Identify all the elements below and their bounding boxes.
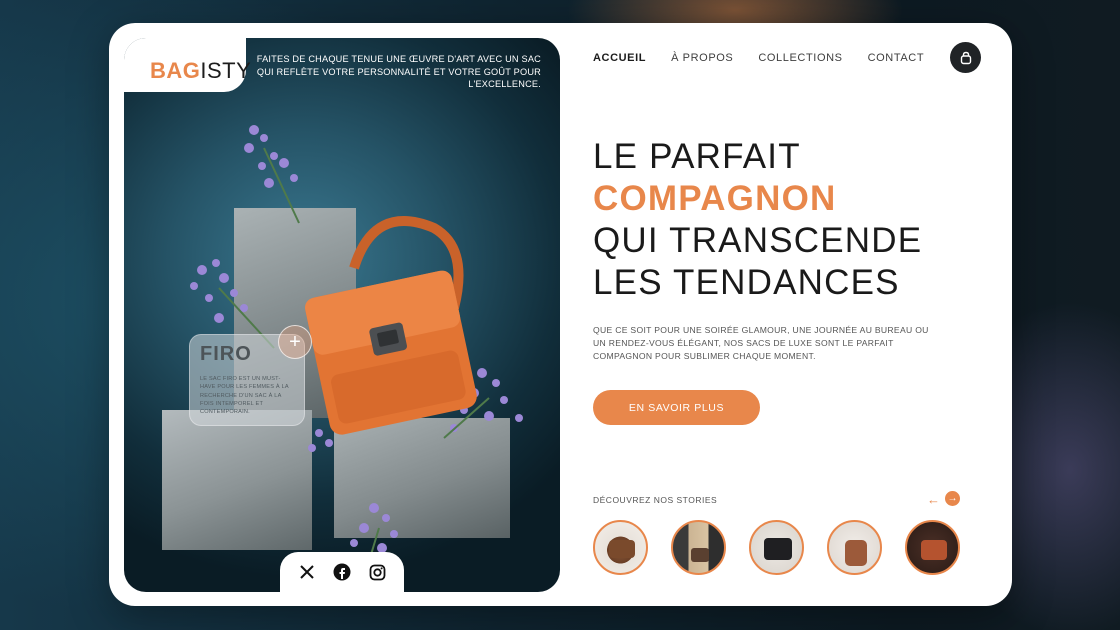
- learn-more-button[interactable]: EN SAVOIR PLUS: [593, 390, 760, 425]
- orange-handbag-image: [305, 216, 477, 435]
- facebook-icon[interactable]: [332, 562, 352, 582]
- nav-item-a-propos[interactable]: À PROPOS: [671, 52, 733, 64]
- product-expand-button[interactable]: +: [278, 325, 312, 359]
- social-links: [280, 552, 404, 592]
- black-bag-icon: [764, 538, 792, 560]
- brown-handbag-icon: [609, 540, 635, 558]
- main-nav: ACCUEIL À PROPOS COLLECTIONS CONTACT: [593, 52, 924, 64]
- stories-label: DÉCOUVREZ NOS STORIES: [593, 495, 718, 505]
- arrow-left-icon[interactable]: ←: [927, 493, 941, 507]
- headline-line-4: LES TENDANCES: [593, 263, 900, 302]
- hero-headline: LE PARFAIT COMPAGNON QUI TRANSCENDE LES …: [593, 136, 922, 304]
- nav-item-accueil[interactable]: ACCUEIL: [593, 52, 646, 64]
- tagline-text: FAITES DE CHAQUE TENUE UNE ŒUVRE D'ART A…: [256, 54, 541, 89]
- headline-line-3: QUI TRANSCENDE: [593, 221, 923, 260]
- shopping-bag-icon: [960, 51, 971, 64]
- brand-logo[interactable]: BAGISTY: [150, 58, 251, 84]
- nav-item-contact[interactable]: CONTACT: [868, 52, 925, 64]
- headline-line-1: LE PARFAIT: [593, 137, 801, 176]
- plus-icon: +: [289, 331, 301, 353]
- x-icon[interactable]: [297, 562, 317, 582]
- product-description: LE SAC FIRO EST UN MUST-HAVE POUR LES FE…: [200, 376, 289, 416]
- stories-list: [593, 520, 960, 575]
- rust-bag-icon: [921, 540, 947, 560]
- story-item-5[interactable]: [905, 520, 960, 575]
- headline-line-2: COMPAGNON: [593, 179, 837, 218]
- beige-coat-icon: [691, 548, 709, 562]
- nav-item-collections[interactable]: COLLECTIONS: [758, 52, 842, 64]
- arrow-right-icon[interactable]: →: [945, 491, 960, 506]
- cart-button[interactable]: [950, 42, 981, 73]
- logo-container: BAGISTY: [124, 38, 251, 92]
- story-item-4[interactable]: [827, 520, 882, 575]
- hero-image-panel: BAGISTY FAITES DE CHAQUE TENUE UNE ŒUVRE…: [124, 38, 560, 592]
- landing-card: BAGISTY FAITES DE CHAQUE TENUE UNE ŒUVRE…: [109, 23, 1012, 606]
- tan-tote-icon: [845, 540, 867, 566]
- story-item-3[interactable]: [749, 520, 804, 575]
- product-name: FIRO: [200, 343, 252, 365]
- hero-description: QUE CE SOIT POUR UNE SOIRÉE GLAMOUR, UNE…: [593, 325, 929, 361]
- story-item-1[interactable]: [593, 520, 648, 575]
- story-item-2[interactable]: [671, 520, 726, 575]
- instagram-icon[interactable]: [367, 562, 387, 582]
